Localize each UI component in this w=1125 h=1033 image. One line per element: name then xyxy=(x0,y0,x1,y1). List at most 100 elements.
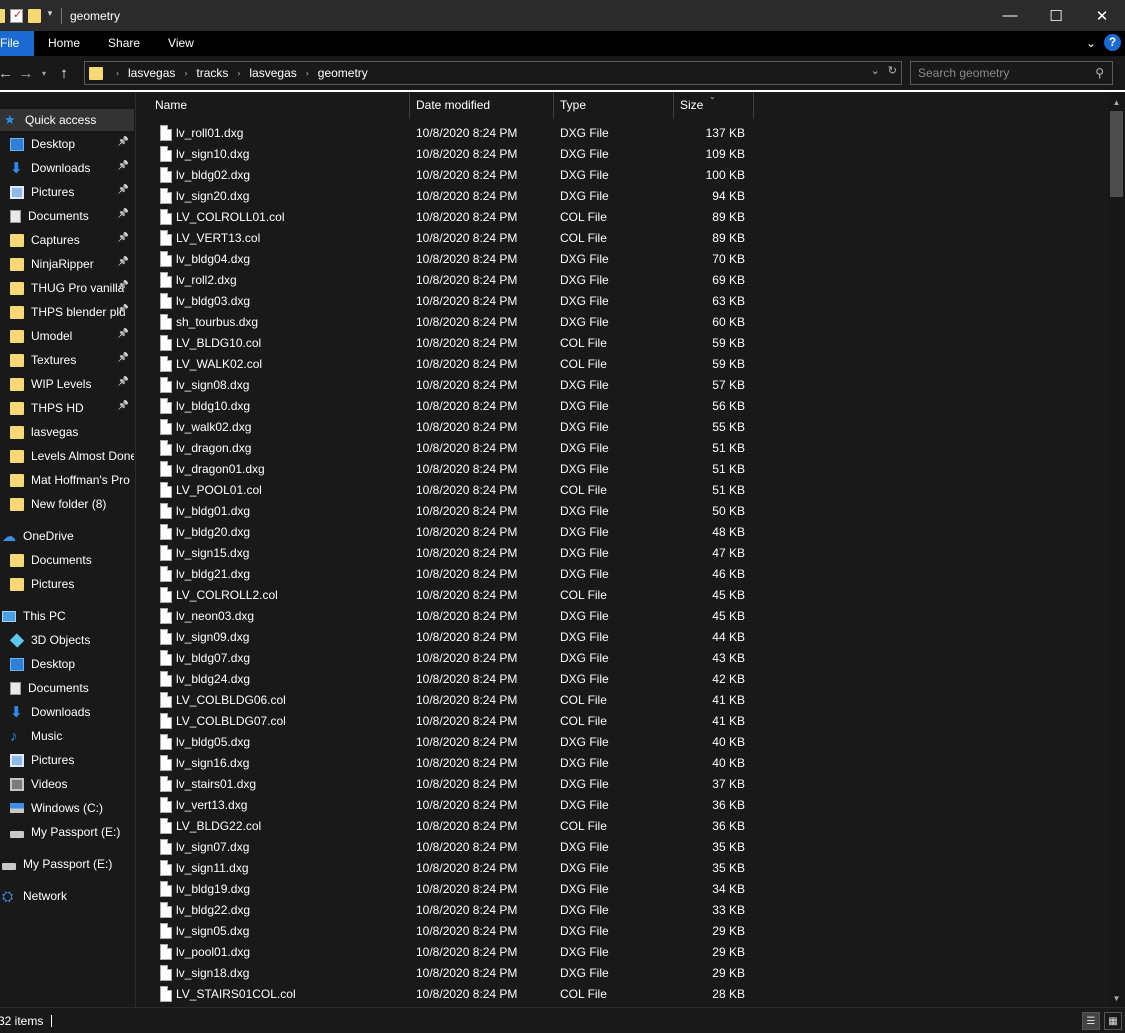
file-row[interactable]: LV_BLDG10.col 10/8/2020 8:24 PM COL File 59… xyxy=(137,333,757,354)
file-row[interactable]: lv_bldg21.dxg 10/8/2020 8:24 PM DXG File 46… xyxy=(137,564,757,585)
sidebar-item-quick-access[interactable]: NinjaRipper 📌 xyxy=(0,253,134,275)
breadcrumb-item[interactable]: lasvegas xyxy=(249,66,296,80)
scroll-up-icon[interactable]: ▲ xyxy=(1108,94,1125,111)
file-row[interactable]: lv_dragon01.dxg 10/8/2020 8:24 PM DXG File… xyxy=(137,459,757,480)
nav-onedrive[interactable]: ☁ OneDrive xyxy=(0,525,134,547)
back-arrow-icon[interactable]: ← xyxy=(0,65,13,82)
file-row[interactable]: LV_VERT13.col 10/8/2020 8:24 PM COL File 89… xyxy=(137,228,757,249)
file-row[interactable]: lv_walk02.dxg 10/8/2020 8:24 PM DXG File 55… xyxy=(137,417,757,438)
customize-toolbar-icon[interactable]: ▾ xyxy=(46,8,54,24)
column-divider[interactable] xyxy=(753,92,754,119)
file-row[interactable]: lv_bldg19.dxg 10/8/2020 8:24 PM DXG File 34… xyxy=(137,879,757,900)
breadcrumb-chevron-icon[interactable]: › xyxy=(184,68,187,78)
pin-icon[interactable]: 📌 xyxy=(118,256,129,267)
sidebar-item-quick-access[interactable]: Textures 📌 xyxy=(0,349,134,371)
tab-view[interactable]: View xyxy=(154,31,208,56)
pane-divider[interactable] xyxy=(135,92,136,1007)
sidebar-item-quick-access[interactable]: Pictures 📌 xyxy=(0,181,134,203)
vertical-scrollbar[interactable]: ▲ ▼ xyxy=(1108,92,1125,1007)
file-row[interactable]: LV_STAIRS01COL.col 10/8/2020 8:24 PM COL F… xyxy=(137,984,757,1005)
refresh-icon[interactable]: ↻ xyxy=(888,64,897,77)
file-row[interactable]: lv_sign20.dxg 10/8/2020 8:24 PM DXG File 94… xyxy=(137,186,757,207)
sidebar-item-quick-access[interactable]: THPS blender plu 📌 xyxy=(0,301,134,323)
pin-icon[interactable]: 📌 xyxy=(118,400,129,411)
chevron-down-icon[interactable]: ⌄ xyxy=(1086,36,1096,50)
file-row[interactable]: lv_neon03.dxg 10/8/2020 8:24 PM DXG File 45… xyxy=(137,606,757,627)
nav-quick-access[interactable]: ★ Quick access xyxy=(0,109,134,131)
file-row[interactable]: lv_bldg22.dxg 10/8/2020 8:24 PM DXG File 33… xyxy=(137,900,757,921)
file-row[interactable]: lv_roll01.dxg 10/8/2020 8:24 PM DXG File 13… xyxy=(137,123,757,144)
scroll-down-icon[interactable]: ▼ xyxy=(1108,990,1125,1007)
file-row[interactable]: lv_sign10.dxg 10/8/2020 8:24 PM DXG File 10… xyxy=(137,144,757,165)
file-row[interactable]: lv_bldg05.dxg 10/8/2020 8:24 PM DXG File 40… xyxy=(137,732,757,753)
file-row[interactable]: lv_pool01.dxg 10/8/2020 8:24 PM DXG File 29… xyxy=(137,942,757,963)
address-bar[interactable]: › lasvegas › tracks › lasvegas › geometr… xyxy=(84,61,902,85)
file-row[interactable]: lv_bldg01.dxg 10/8/2020 8:24 PM DXG File 50… xyxy=(137,501,757,522)
sidebar-item-quick-access[interactable]: Mat Hoffman's Pro xyxy=(0,469,134,491)
sidebar-item-this-pc[interactable]: 3D Objects xyxy=(0,629,134,651)
file-row[interactable]: lv_vert13.dxg 10/8/2020 8:24 PM DXG File 36… xyxy=(137,795,757,816)
file-row[interactable]: LV_COLBLDG06.col 10/8/2020 8:24 PM COL Fil… xyxy=(137,690,757,711)
sidebar-item-quick-access[interactable]: WIP Levels 📌 xyxy=(0,373,134,395)
column-header-name[interactable]: Name xyxy=(149,92,409,119)
maximize-button[interactable]: ☐ xyxy=(1033,0,1079,31)
file-row[interactable]: LV_COLROLL01.col 10/8/2020 8:24 PM COL Fil… xyxy=(137,207,757,228)
file-row[interactable]: LV_COLROLL2.col 10/8/2020 8:24 PM COL File… xyxy=(137,585,757,606)
sidebar-item-this-pc[interactable]: Windows (C:) xyxy=(0,797,134,819)
pin-icon[interactable]: 📌 xyxy=(118,208,129,219)
sidebar-item-this-pc[interactable]: ⬇ Downloads xyxy=(0,701,134,723)
sidebar-item-quick-access[interactable]: THPS HD 📌 xyxy=(0,397,134,419)
file-row[interactable]: lv_bldg02.dxg 10/8/2020 8:24 PM DXG File 10… xyxy=(137,165,757,186)
column-header-date[interactable]: Date modified xyxy=(410,92,553,119)
file-row[interactable]: lv_bldg07.dxg 10/8/2020 8:24 PM DXG File 43… xyxy=(137,648,757,669)
up-arrow-icon[interactable]: ↑ xyxy=(52,65,76,82)
file-row[interactable]: lv_dragon.dxg 10/8/2020 8:24 PM DXG File 51… xyxy=(137,438,757,459)
forward-arrow-icon[interactable]: → xyxy=(14,65,38,82)
nav-this-pc[interactable]: This PC xyxy=(0,605,134,627)
properties-icon[interactable] xyxy=(10,8,23,23)
search-icon[interactable]: ⚲ xyxy=(1095,66,1104,80)
pin-icon[interactable]: 📌 xyxy=(118,184,129,195)
help-icon[interactable]: ? xyxy=(1104,34,1121,51)
sidebar-item-onedrive[interactable]: Documents xyxy=(0,549,134,571)
file-row[interactable]: lv_stairs01.dxg 10/8/2020 8:24 PM DXG File… xyxy=(137,774,757,795)
new-folder-icon[interactable] xyxy=(28,8,41,23)
breadcrumb-chevron-icon[interactable]: › xyxy=(306,68,309,78)
sidebar-item-quick-access[interactable]: Documents 📌 xyxy=(0,205,134,227)
address-dropdown-icon[interactable]: ⌄ xyxy=(871,64,880,77)
minimize-button[interactable]: — xyxy=(987,0,1033,31)
nav-network[interactable]: ⛭ Network xyxy=(0,885,134,907)
tab-share[interactable]: Share xyxy=(94,31,154,56)
sidebar-item-quick-access[interactable]: THUG Pro vanilla 📌 xyxy=(0,277,134,299)
file-row[interactable]: lv_roll2.dxg 10/8/2020 8:24 PM DXG File 69 … xyxy=(137,270,757,291)
file-row[interactable]: lv_sign15.dxg 10/8/2020 8:24 PM DXG File 47… xyxy=(137,543,757,564)
breadcrumb-chevron-icon[interactable]: › xyxy=(116,68,119,78)
file-row[interactable]: sh_tourbus.dxg 10/8/2020 8:24 PM DXG File 6… xyxy=(137,312,757,333)
search-input[interactable] xyxy=(918,66,1088,80)
pin-icon[interactable]: 📌 xyxy=(118,376,129,387)
breadcrumb-chevron-icon[interactable]: › xyxy=(237,68,240,78)
column-header-type[interactable]: Type xyxy=(554,92,673,119)
details-view-icon[interactable]: ☰ xyxy=(1082,1012,1100,1030)
pin-icon[interactable]: 📌 xyxy=(118,232,129,243)
sidebar-item-this-pc[interactable]: ♪ Music xyxy=(0,725,134,747)
sidebar-item-this-pc[interactable]: Desktop xyxy=(0,653,134,675)
sidebar-item-this-pc[interactable]: Videos xyxy=(0,773,134,795)
breadcrumb-item[interactable]: lasvegas xyxy=(128,66,175,80)
file-row[interactable]: LV_BLDG22.col 10/8/2020 8:24 PM COL File 36… xyxy=(137,816,757,837)
sidebar-item-quick-access[interactable]: Umodel 📌 xyxy=(0,325,134,347)
file-row[interactable]: lv_sign08.dxg 10/8/2020 8:24 PM DXG File 57… xyxy=(137,375,757,396)
recent-locations-icon[interactable]: ▾ xyxy=(38,69,50,78)
file-row[interactable]: lv_bldg03.dxg 10/8/2020 8:24 PM DXG File 63… xyxy=(137,291,757,312)
sidebar-item-quick-access[interactable]: Captures 📌 xyxy=(0,229,134,251)
file-row[interactable]: lv_sign09.dxg 10/8/2020 8:24 PM DXG File 44… xyxy=(137,627,757,648)
file-row[interactable]: lv_sign05.dxg 10/8/2020 8:24 PM DXG File 29… xyxy=(137,921,757,942)
file-row[interactable]: lv_bldg24.dxg 10/8/2020 8:24 PM DXG File 42… xyxy=(137,669,757,690)
pin-icon[interactable]: 📌 xyxy=(118,136,129,147)
pin-icon[interactable]: 📌 xyxy=(118,352,129,363)
file-row[interactable]: lv_sign16.dxg 10/8/2020 8:24 PM DXG File 40… xyxy=(137,753,757,774)
breadcrumb-item[interactable]: geometry xyxy=(318,66,368,80)
file-row[interactable]: LV_WALK02.col 10/8/2020 8:24 PM COL File 59… xyxy=(137,354,757,375)
sidebar-item-this-pc[interactable]: Documents xyxy=(0,677,134,699)
search-box[interactable]: ⚲ xyxy=(910,61,1113,85)
